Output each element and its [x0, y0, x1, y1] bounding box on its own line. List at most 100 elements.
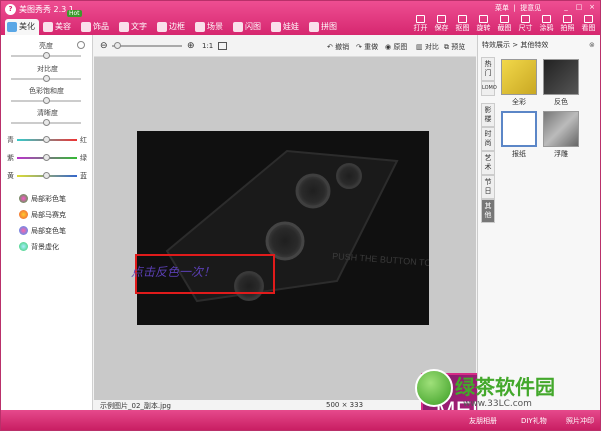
rotate-button[interactable]: 旋转	[475, 14, 492, 34]
watermark-url: www.33LC.com	[463, 399, 532, 409]
sharpness-knob[interactable]	[43, 119, 50, 126]
tab-art[interactable]: 艺术	[481, 151, 495, 175]
effect-full-color-label: 全彩	[512, 98, 526, 106]
local-recolor-brush[interactable]: 局部变色笔	[19, 226, 66, 236]
effect-invert[interactable]	[543, 59, 579, 95]
brightness-label: 亮度	[39, 42, 53, 50]
local-mosaic[interactable]: 局部马赛克	[19, 210, 66, 220]
zoom-in-icon[interactable]: ⊕	[187, 41, 195, 51]
purple-label: 紫	[7, 154, 14, 162]
tab-puzzle[interactable]: 拼图	[307, 19, 343, 35]
contrast-knob[interactable]	[43, 75, 50, 82]
rotate-icon	[479, 15, 488, 23]
undo-button[interactable]: ↶ 撤销	[327, 42, 349, 52]
app-title: 美图秀秀 2.3.1	[19, 5, 74, 14]
tab-hot[interactable]: 热门	[481, 57, 495, 81]
tab-fashion[interactable]: 时尚	[481, 127, 495, 151]
tab-scene[interactable]: 场景	[193, 19, 229, 35]
mosaic-brush-icon	[19, 210, 28, 219]
text-icon	[119, 22, 129, 32]
tab-doll[interactable]: 娃娃	[269, 19, 305, 35]
title-bar: ? 美图秀秀 2.3.1 菜单 | 提意见 _ □ × 美化 美容 Hot 饰品…	[1, 1, 600, 35]
resize-button[interactable]: 尺寸	[517, 14, 534, 34]
save-button[interactable]: 保存	[433, 14, 450, 34]
tab-lomo[interactable]: LOMO	[481, 81, 497, 96]
effect-newspaper-label: 报纸	[512, 150, 526, 158]
recolor-brush-icon	[19, 226, 28, 235]
tab-flash[interactable]: 闪图	[231, 19, 267, 35]
open-button[interactable]: 打开	[412, 14, 429, 34]
beauty-icon	[43, 22, 53, 32]
photo-canvas[interactable]: PUSH THE BUTTON TO 点击反色一次！ MEI	[131, 131, 493, 430]
zoom-knob[interactable]	[114, 42, 121, 49]
redo-button[interactable]: ↷ 重做	[356, 42, 378, 52]
effect-full-color[interactable]	[501, 59, 537, 95]
yellow-blue-knob[interactable]	[43, 172, 50, 179]
watermark-text: 绿茶软件园	[455, 375, 555, 399]
tab-beauty[interactable]: 美容	[41, 19, 77, 35]
local-color-brush[interactable]: 局部彩色笔	[19, 194, 66, 204]
folder-icon	[416, 15, 425, 23]
zoom-slider[interactable]	[112, 45, 182, 47]
puzzle-icon	[309, 22, 319, 32]
saturation-label: 色彩饱和度	[29, 87, 64, 95]
tab-other[interactable]: 其他	[481, 199, 495, 223]
tab-frame[interactable]: 边框	[155, 19, 191, 35]
brightness-knob[interactable]	[43, 52, 50, 59]
background-blur[interactable]: 背景虚化	[19, 242, 59, 252]
maximize-icon[interactable]: □	[574, 3, 584, 12]
canvas-area[interactable]: PUSH THE BUTTON TO 点击反色一次！ MEI	[94, 57, 493, 430]
effect-emboss[interactable]	[543, 111, 579, 147]
reset-icon[interactable]	[77, 41, 85, 49]
effect-newspaper[interactable]	[501, 111, 537, 147]
tab-text[interactable]: 文字	[117, 19, 153, 35]
fit-window-icon[interactable]	[218, 42, 227, 50]
canvas-toolbar: ⊖ ⊕ 1:1 ↶ 撤销 ↷ 重做 ◉ 原图 ▥ 对比 ⧉ 预览	[94, 35, 476, 57]
handwritten-note: 点击反色一次！	[131, 265, 216, 279]
cyan-label: 青	[7, 136, 14, 144]
original-button[interactable]: ◉ 原图	[385, 42, 407, 52]
doodle-button[interactable]: 涂鸦	[538, 14, 555, 34]
tab-studio[interactable]: 影楼	[481, 103, 495, 127]
purple-green-knob[interactable]	[43, 154, 50, 161]
preview-button[interactable]: ⧉ 预览	[444, 42, 465, 52]
camera-icon	[563, 15, 572, 23]
minimize-icon[interactable]: _	[561, 3, 571, 12]
accessories-icon	[81, 22, 91, 32]
screenshot-button[interactable]: 截图	[496, 14, 513, 34]
tab-beautify[interactable]: 美化	[5, 19, 39, 35]
beautify-icon	[7, 22, 17, 32]
effects-breadcrumb: 特效展示 > 其他特效	[482, 41, 549, 49]
camera-button[interactable]: 拍照	[559, 14, 576, 34]
scene-icon	[195, 22, 205, 32]
blue-label: 蓝	[80, 172, 87, 180]
compare-button[interactable]: ▥ 对比	[416, 42, 439, 52]
feedback-link[interactable]: 提意见	[520, 4, 541, 12]
tab-festival[interactable]: 节日	[481, 175, 495, 199]
close-icon[interactable]: ×	[587, 3, 597, 12]
photo-image: PUSH THE BUTTON TO	[137, 131, 432, 325]
top-menu: 菜单 | 提意见	[495, 4, 542, 12]
green-label: 绿	[80, 154, 87, 162]
sharpness-label: 清晰度	[37, 109, 58, 117]
effect-emboss-label: 浮雕	[554, 150, 568, 158]
site-watermark: 绿茶软件园 www.33LC.com	[415, 369, 600, 423]
viewer-button[interactable]: 看图	[580, 14, 597, 34]
actual-size-button[interactable]: 1:1	[202, 42, 213, 50]
app-window: ? 美图秀秀 2.3.1 菜单 | 提意见 _ □ × 美化 美容 Hot 饰品…	[0, 0, 601, 431]
collapse-icon[interactable]: ⊗	[589, 41, 595, 49]
doll-icon	[271, 22, 281, 32]
save-icon	[437, 15, 446, 23]
saturation-knob[interactable]	[43, 97, 50, 104]
cutout-button[interactable]: 抠图	[454, 14, 471, 34]
tea-leaf-logo-icon	[415, 369, 453, 407]
cyan-red-knob[interactable]	[43, 136, 50, 143]
hot-badge: Hot	[67, 10, 82, 17]
effect-invert-label: 反色	[554, 98, 568, 106]
tab-accessories[interactable]: 饰品	[79, 19, 115, 35]
image-dimensions: 500 × 333	[326, 401, 364, 409]
contrast-label: 对比度	[37, 65, 58, 73]
menu-link[interactable]: 菜单	[495, 4, 509, 12]
yellow-label: 黄	[7, 172, 14, 180]
zoom-out-icon[interactable]: ⊖	[100, 41, 108, 51]
